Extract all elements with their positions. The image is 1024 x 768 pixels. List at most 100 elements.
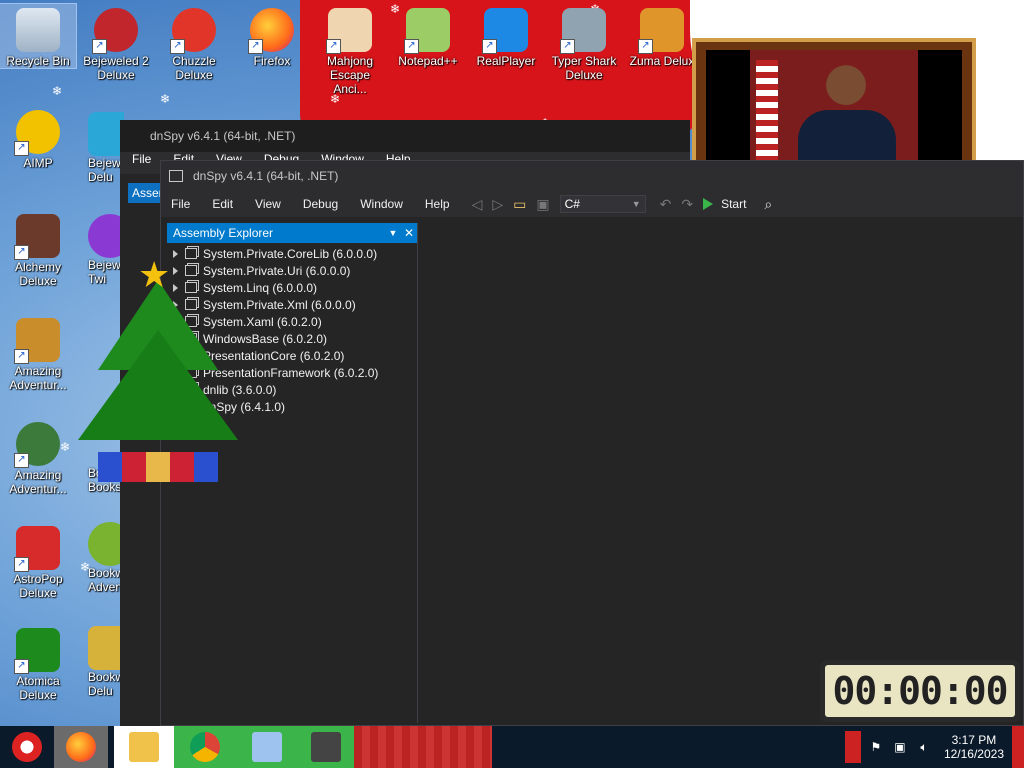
flag-image: [756, 60, 778, 160]
bookworm-icon: [88, 522, 124, 566]
dnspy-icon: [311, 732, 341, 762]
window-icon: [169, 170, 183, 182]
panel-title: Assembly Explorer: [173, 226, 274, 240]
desktop-icon-label: Bejew Delu: [88, 156, 121, 184]
taskbar-dnspy[interactable]: [298, 726, 354, 768]
desktop-icon-label: Bookw Adven: [88, 566, 124, 594]
menu-edit[interactable]: Edit: [212, 197, 233, 211]
desktop-icon-label: Bejeweled 2 Deluxe: [83, 54, 149, 82]
gifts-icon: [98, 452, 218, 482]
firefox-icon: [66, 732, 96, 762]
assembly-explorer-header: Assembly Explorer ▼ ✕: [167, 223, 417, 243]
bookworm-icon: [88, 626, 124, 670]
chuzzle-icon: ↗: [170, 8, 216, 54]
taskbar-decoration: [354, 726, 492, 768]
photo: [706, 50, 962, 160]
desktop-icon-label: Mahjong Escape Anci...: [326, 54, 374, 96]
taskbar-control-panel[interactable]: [236, 726, 298, 768]
snowflake-icon: ❄: [52, 84, 63, 98]
desktop-icon-realplayer[interactable]: ↗ RealPlayer: [468, 4, 544, 68]
desktop-icon-label: RealPlayer: [476, 54, 536, 68]
tree-item-label: System.Private.CoreLib (6.0.0.0): [203, 246, 378, 261]
clock-time: 3:17 PM: [951, 733, 997, 747]
undo-icon[interactable]: ↶: [660, 196, 672, 213]
zuma-icon: ↗: [638, 8, 684, 54]
menu-file[interactable]: File: [132, 152, 151, 174]
desktop-icon-aimp[interactable]: ↗ AIMP: [0, 106, 76, 170]
network-icon[interactable]: ▣: [891, 740, 909, 754]
amazing-adventures-icon: ↗: [14, 422, 60, 468]
desktop-icon-label: Typer Shark Deluxe: [551, 54, 617, 82]
mahjong-icon: ↗: [326, 8, 372, 54]
language-value: C#: [564, 197, 580, 211]
menu-help[interactable]: Help: [425, 197, 450, 211]
desktop-icon-bookworm-adventures[interactable]: Bookw Adven: [78, 522, 124, 594]
taskbar-chrome[interactable]: [174, 726, 236, 768]
desktop-icon-bejeweled-2-deluxe[interactable]: ↗ Bejeweled 2 Deluxe: [78, 4, 154, 82]
desktop-icon-label: Atomica Deluxe: [16, 674, 60, 702]
redo-icon[interactable]: ↷: [681, 196, 693, 213]
notification-icon[interactable]: [844, 731, 861, 763]
desktop-icon-recycle-bin[interactable]: Recycle Bin: [0, 3, 77, 69]
desktop-icon-bejeweled-deluxe[interactable]: Bejew Delu: [78, 112, 124, 184]
bejeweled-icon: [88, 112, 124, 156]
alchemy-deluxe-icon: ↗: [14, 214, 60, 260]
desktop-icon-astropop-deluxe[interactable]: ↗ AstroPop Deluxe: [0, 522, 76, 600]
timer-display: 00:00:00: [825, 665, 1015, 717]
close-icon[interactable]: ✕: [401, 226, 417, 240]
desktop-icon-label: Chuzzle Deluxe: [172, 54, 216, 82]
menu-debug[interactable]: Debug: [303, 197, 338, 211]
language-select[interactable]: C# ▼: [559, 195, 646, 213]
system-tray: ⚑ ▣ 🔈︎ 3:17 PM 12/16/2023: [842, 726, 1024, 768]
navigate-forward-icon[interactable]: ▷: [492, 196, 503, 213]
desktop-icon-chuzzle-deluxe[interactable]: ↗ Chuzzle Deluxe: [156, 4, 232, 82]
control-panel-icon: [252, 732, 282, 762]
show-desktop-button[interactable]: [1012, 726, 1024, 768]
snowflake-icon: ❄: [160, 92, 171, 106]
clock[interactable]: 3:17 PM 12/16/2023: [944, 733, 1004, 761]
taskbar: ⚑ ▣ 🔈︎ 3:17 PM 12/16/2023: [0, 726, 1024, 768]
navigate-back-icon[interactable]: ◁: [472, 196, 483, 213]
taskbar-firefox[interactable]: [54, 726, 108, 768]
desktop-icon-bookworm-deluxe[interactable]: Bookw Delu: [78, 626, 124, 698]
desktop-icon-notepad-plus-plus[interactable]: ↗ Notepad++: [390, 4, 466, 68]
santa-icon: [12, 732, 42, 762]
desktop-icon-mahjong-escape[interactable]: ↗ Mahjong Escape Anci...: [312, 4, 388, 96]
realplayer-icon: ↗: [482, 8, 528, 54]
search-icon[interactable]: ⌕: [764, 196, 772, 213]
dnspy-window[interactable]: dnSpy v6.4.1 (64-bit, .NET) File Edit Vi…: [160, 160, 1024, 726]
dropdown-icon[interactable]: ▼: [385, 228, 401, 238]
menu-file[interactable]: File: [171, 197, 190, 211]
menu-window[interactable]: Window: [360, 197, 403, 211]
desktop-icon-firefox[interactable]: ↗ Firefox: [234, 4, 310, 68]
firefox-icon: ↗: [248, 8, 294, 54]
window-title: dnSpy v6.4.1 (64-bit, .NET): [120, 120, 690, 152]
start-label: Start: [721, 197, 747, 211]
bejeweled-icon: [88, 214, 124, 258]
chevron-down-icon: ▼: [631, 199, 641, 209]
bejeweled-icon: ↗: [92, 8, 138, 54]
desktop-icon-atomica-deluxe[interactable]: ↗ Atomica Deluxe: [0, 624, 76, 702]
menu-view[interactable]: View: [255, 197, 281, 211]
volume-icon[interactable]: 🔈︎: [915, 740, 933, 755]
typer-shark-icon: ↗: [560, 8, 606, 54]
start-menu-button[interactable]: [0, 726, 54, 768]
desktop-icon-label: Bookw Delu: [88, 670, 124, 698]
desktop-icon-label: Notepad++: [398, 54, 458, 68]
start-button[interactable]: Start: [703, 197, 746, 211]
title-bar[interactable]: dnSpy v6.4.1 (64-bit, .NET): [161, 161, 1023, 191]
desktop-icon-label: AIMP: [23, 156, 53, 170]
panel-splitter[interactable]: [417, 223, 418, 723]
desktop-icon-typer-shark[interactable]: ↗ Typer Shark Deluxe: [546, 4, 622, 82]
flag-icon[interactable]: ⚑: [867, 740, 885, 754]
chrome-icon: [190, 732, 220, 762]
photo-frame-gadget: [692, 38, 976, 164]
taskbar-file-explorer[interactable]: [114, 726, 174, 768]
expand-arrow-icon[interactable]: [173, 249, 178, 258]
open-folder-icon[interactable]: ▭: [513, 196, 526, 213]
save-icon[interactable]: ▣: [536, 196, 549, 213]
timer-gadget[interactable]: 00:00:00: [820, 660, 1020, 722]
desktop-icon-label: Recycle Bin: [6, 54, 70, 68]
star-icon: ★: [138, 254, 171, 295]
desktop-icon-zuma-deluxe[interactable]: ↗ Zuma Delux: [624, 4, 700, 68]
